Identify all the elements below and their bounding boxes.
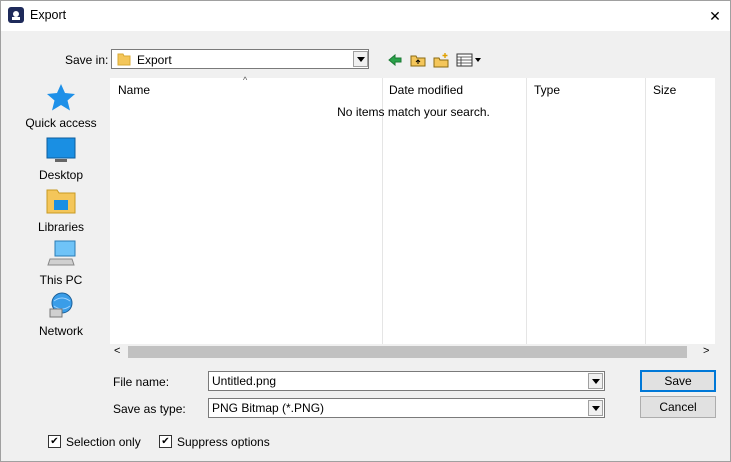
new-folder-button[interactable] [431, 50, 451, 70]
place-network[interactable]: Network [22, 291, 100, 338]
sort-indicator-icon: ^ [243, 75, 248, 85]
back-arrow-icon [388, 54, 402, 66]
view-menu-button[interactable] [455, 50, 483, 70]
network-icon [49, 292, 73, 318]
column-header-size[interactable]: Size [653, 83, 676, 97]
up-folder-icon [410, 55, 426, 67]
selection-only-label: Selection only [66, 435, 141, 449]
place-this-pc[interactable]: This PC [22, 240, 100, 287]
close-icon: ✕ [709, 7, 721, 24]
view-menu-icon [456, 53, 481, 67]
suppress-options-label: Suppress options [177, 435, 270, 449]
back-button[interactable] [386, 50, 404, 70]
new-folder-icon [433, 52, 448, 67]
save-in-value: Export [137, 53, 172, 67]
place-quick-access[interactable]: Quick access [22, 83, 100, 130]
place-desktop[interactable]: Desktop [22, 137, 100, 182]
desktop-icon [46, 137, 76, 162]
star-icon [47, 84, 75, 111]
file-name-dropdown-button[interactable] [588, 373, 603, 389]
empty-message: No items match your search. [337, 105, 490, 119]
column-header-type[interactable]: Type [534, 83, 560, 97]
chevron-down-icon [591, 378, 600, 384]
computer-icon [47, 240, 76, 266]
libraries-icon [46, 189, 76, 214]
save-as-type-dropdown-button[interactable] [588, 400, 603, 416]
file-name-input[interactable]: Untitled.png [208, 371, 605, 391]
file-name-label: File name: [113, 375, 170, 389]
scroll-left-arrow-icon[interactable]: < [114, 345, 120, 357]
selection-only-checkbox[interactable]: ✔ [48, 435, 61, 448]
chevron-down-icon [591, 405, 600, 411]
app-icon [8, 7, 24, 23]
save-button[interactable]: Save [640, 370, 716, 392]
scrollbar-thumb[interactable] [128, 346, 687, 358]
save-as-type-label: Save as type: [113, 402, 186, 416]
title-bar [0, 0, 731, 31]
place-libraries[interactable]: Libraries [22, 187, 100, 234]
checkmark-icon: ✔ [50, 435, 59, 447]
file-list[interactable] [110, 78, 715, 360]
cancel-button[interactable]: Cancel [640, 396, 716, 418]
window-title: Export [30, 8, 67, 22]
chevron-down-icon [356, 56, 365, 62]
close-button[interactable]: ✕ [700, 2, 730, 30]
scroll-right-arrow-icon[interactable]: > [703, 345, 709, 357]
column-header-date-modified[interactable]: Date modified [389, 83, 463, 97]
suppress-options-checkbox[interactable]: ✔ [159, 435, 172, 448]
save-in-dropdown-button[interactable] [353, 51, 368, 67]
up-folder-button[interactable] [408, 50, 428, 70]
save-in-label: Save in: [65, 53, 109, 67]
save-as-type-select[interactable]: PNG Bitmap (*.PNG) [208, 398, 605, 418]
column-header-name[interactable]: Name [118, 83, 150, 97]
folder-icon [117, 52, 131, 69]
checkmark-icon: ✔ [161, 435, 170, 447]
